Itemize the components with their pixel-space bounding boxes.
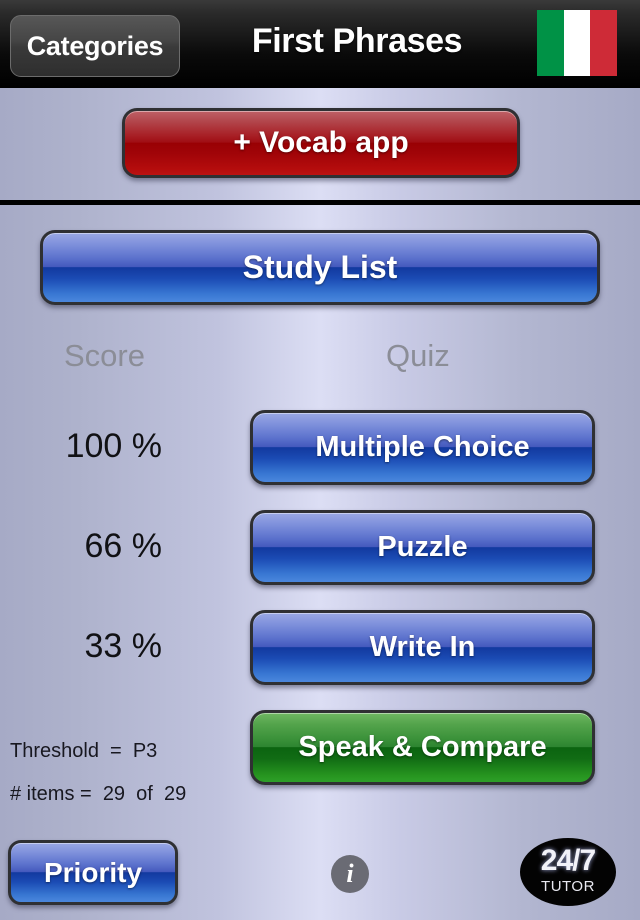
score-value: 33 % — [84, 627, 163, 665]
info-icon[interactable] — [331, 855, 369, 893]
navigation-bar: Categories First Phrases — [0, 0, 640, 88]
priority-button[interactable]: Priority — [8, 840, 178, 905]
quiz-button-multiple-choice[interactable]: Multiple Choice — [250, 410, 595, 485]
vocab-app-button[interactable]: + Vocab app — [122, 108, 520, 178]
study-list-button[interactable]: Study List — [40, 230, 600, 305]
tutor-badge-button[interactable]: 24/7 TUTOR — [520, 838, 616, 906]
flag-stripe-green — [537, 10, 564, 76]
quiz-button-write-in[interactable]: Write In — [250, 610, 595, 685]
flag-stripe-white — [563, 10, 591, 76]
score-value: 66 % — [84, 527, 163, 565]
quiz-column-header: Quiz — [386, 338, 450, 373]
tutor-badge-title: 24/7 — [540, 844, 596, 877]
page-title: First Phrases — [251, 22, 463, 60]
quiz-button-puzzle[interactable]: Puzzle — [250, 510, 595, 585]
score-column-header: Score — [64, 338, 145, 373]
section-divider — [0, 200, 640, 205]
tutor-badge-subtitle: TUTOR — [541, 878, 595, 895]
score-value: 100 % — [65, 427, 162, 465]
flag-stripe-red — [590, 10, 618, 76]
quiz-button-speak-and-compare[interactable]: Speak & Compare — [250, 710, 595, 785]
threshold-label: Threshold = P3 — [10, 740, 158, 762]
italian-flag-icon — [537, 10, 618, 76]
categories-back-button[interactable]: Categories — [10, 15, 180, 77]
item-count-label: # items = 29 of 29 — [10, 783, 187, 805]
